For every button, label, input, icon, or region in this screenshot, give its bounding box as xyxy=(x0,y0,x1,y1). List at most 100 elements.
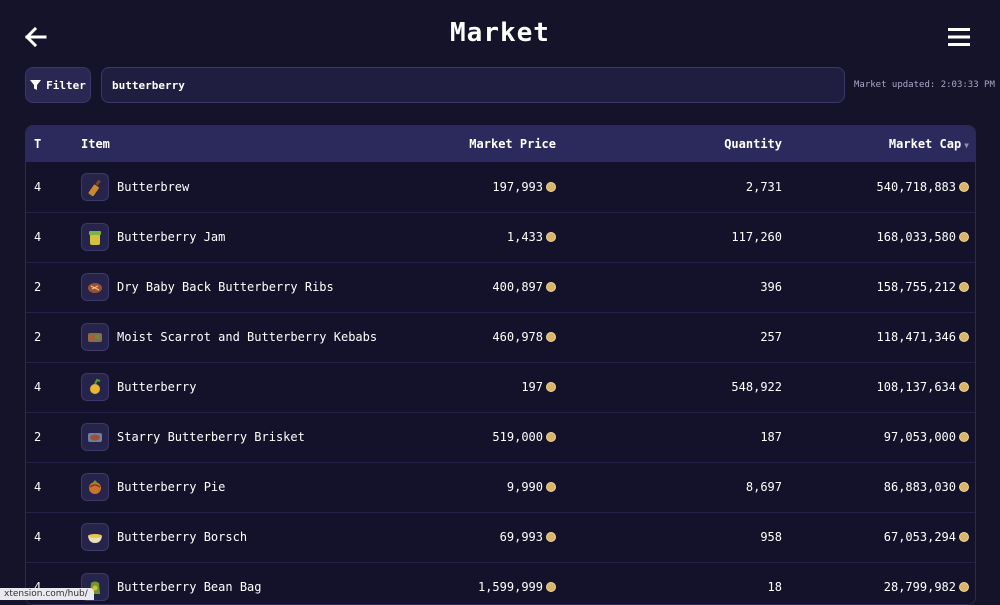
search-input[interactable] xyxy=(101,67,845,103)
berry-icon xyxy=(81,373,109,401)
row-tier: 2 xyxy=(34,330,42,344)
row-quantity: 396 xyxy=(760,280,782,294)
coin-icon xyxy=(546,332,556,342)
coin-icon xyxy=(959,282,969,292)
ribs-icon xyxy=(81,273,109,301)
table-row[interactable]: 4 Butterberry Pie 9,990 8,697 86,883,030 xyxy=(26,462,975,512)
row-item: Starry Butterberry Brisket xyxy=(81,412,381,462)
coin-icon xyxy=(546,181,556,192)
row-item: Moist Scarrot and Butterberry Kebabs xyxy=(81,312,381,362)
coin-icon xyxy=(546,432,556,442)
row-market-cap: 158,755,212 xyxy=(782,262,975,312)
coin-icon xyxy=(546,282,556,292)
row-market-cap: 28,799,982 xyxy=(782,562,975,604)
row-item-name: Starry Butterberry Brisket xyxy=(117,430,305,444)
coin-icon xyxy=(546,582,556,592)
row-tier: 4 xyxy=(34,179,42,194)
market-table: T Item Market Price Quantity Market Cap ▼… xyxy=(25,125,976,605)
row-item: Butterbrew xyxy=(81,162,381,212)
row-market-price: 400,897 xyxy=(381,262,562,312)
row-quantity: 18 xyxy=(767,580,782,594)
table-row[interactable]: 2 Moist Scarrot and Butterberry Kebabs 460… xyxy=(26,312,975,362)
row-market-price: 460,978 xyxy=(381,312,562,362)
coin-icon xyxy=(546,532,556,542)
row-quantity: 257 xyxy=(760,330,782,344)
table-row[interactable]: 4 Butterberry Bean Bag 1,599,999 18 28,799,9… xyxy=(26,562,975,604)
row-quantity: 548,922 xyxy=(731,380,782,394)
row-tier: 2 xyxy=(34,430,42,444)
row-item-name: Butterberry Bean Bag xyxy=(117,580,262,594)
row-market-cap: 67,053,294 xyxy=(782,512,975,562)
row-item: Butterberry Pie xyxy=(81,462,381,512)
row-item-name: Butterberry Pie xyxy=(117,480,226,494)
table-row[interactable]: 4 Butterbrew 197,993 2,731 540,718,883 xyxy=(26,162,975,212)
column-header-tier[interactable]: T xyxy=(26,126,81,162)
column-header-market-price[interactable]: Market Price xyxy=(381,126,562,162)
coin-icon xyxy=(546,482,556,492)
jam-jar-icon xyxy=(81,223,109,251)
row-market-cap: 108,137,634 xyxy=(782,362,975,412)
coin-icon xyxy=(959,432,969,442)
row-tier: 4 xyxy=(34,380,42,394)
table-row[interactable]: 4 Butterberry 197 548,922 108,137,634 xyxy=(26,362,975,412)
row-quantity: 958 xyxy=(760,530,782,544)
row-market-price: 519,000 xyxy=(381,412,562,462)
table-header-row: T Item Market Price Quantity Market Cap ▼ xyxy=(26,126,975,162)
row-market-price: 69,993 xyxy=(381,512,562,562)
row-item-name: Butterberry xyxy=(117,380,197,394)
row-item: Butterberry Jam xyxy=(81,212,381,262)
row-market-cap: 118,471,346 xyxy=(782,312,975,362)
row-market-price: 197 xyxy=(381,362,562,412)
row-market-cap: 97,053,000 xyxy=(782,412,975,462)
filter-button-label: Filter xyxy=(46,78,86,92)
column-header-market-cap[interactable]: Market Cap ▼ xyxy=(782,126,975,162)
table-row[interactable]: 4 Butterberry Borsch 69,993 958 67,053,294 xyxy=(26,512,975,562)
row-market-price: 197,993 xyxy=(381,162,562,212)
table-row[interactable]: 2 Dry Baby Back Butterberry Ribs 400,897 39… xyxy=(26,262,975,312)
coin-icon xyxy=(959,181,969,192)
coin-icon xyxy=(959,532,969,542)
row-market-price: 1,433 xyxy=(381,212,562,262)
row-tier: 4 xyxy=(34,230,42,244)
row-tier: 4 xyxy=(34,530,42,544)
row-item-name: Butterberry Jam xyxy=(117,230,226,244)
row-quantity: 117,260 xyxy=(731,230,782,244)
row-item-name: Butterberry Borsch xyxy=(117,530,248,544)
page-title: Market xyxy=(450,18,550,48)
coin-icon xyxy=(546,382,556,392)
coin-icon xyxy=(959,582,969,592)
row-market-price: 9,990 xyxy=(381,462,562,512)
bottle-icon xyxy=(81,172,109,201)
hamburger-menu-icon xyxy=(948,28,970,46)
funnel-icon xyxy=(30,80,42,90)
sort-descending-icon: ▼ xyxy=(964,141,969,150)
row-item-name: Dry Baby Back Butterberry Ribs xyxy=(117,280,334,294)
row-market-cap: 540,718,883 xyxy=(782,162,975,212)
filter-button[interactable]: Filter xyxy=(25,67,91,103)
menu-button[interactable] xyxy=(944,22,974,52)
table-row[interactable]: 2 Starry Butterberry Brisket 519,000 187 97,… xyxy=(26,412,975,462)
market-updated-timestamp: Market updated: 2:03:33 PM xyxy=(854,80,995,90)
kebab-icon xyxy=(81,323,109,351)
pie-icon xyxy=(81,473,109,501)
row-tier: 2 xyxy=(34,280,42,294)
coin-icon xyxy=(959,382,969,392)
row-item: Butterberry Borsch xyxy=(81,512,381,562)
row-quantity: 2,731 xyxy=(745,179,782,194)
row-market-cap: 168,033,580 xyxy=(782,212,975,262)
column-header-quantity[interactable]: Quantity xyxy=(562,126,782,162)
app-header: Market xyxy=(0,0,1000,66)
row-item: Butterberry xyxy=(81,362,381,412)
table-row[interactable]: 4 Butterberry Jam 1,433 117,260 168,033,580 xyxy=(26,212,975,262)
row-tier: 4 xyxy=(34,480,42,494)
row-quantity: 187 xyxy=(760,430,782,444)
coin-icon xyxy=(959,332,969,342)
column-header-item[interactable]: Item xyxy=(81,126,381,162)
row-item: Dry Baby Back Butterberry Ribs xyxy=(81,262,381,312)
brisket-icon xyxy=(81,423,109,451)
row-item: Butterberry Bean Bag xyxy=(81,562,381,604)
row-market-price: 1,599,999 xyxy=(381,562,562,604)
soup-bowl-icon xyxy=(81,523,109,551)
coin-icon xyxy=(959,482,969,492)
row-item-name: Butterbrew xyxy=(117,179,190,194)
